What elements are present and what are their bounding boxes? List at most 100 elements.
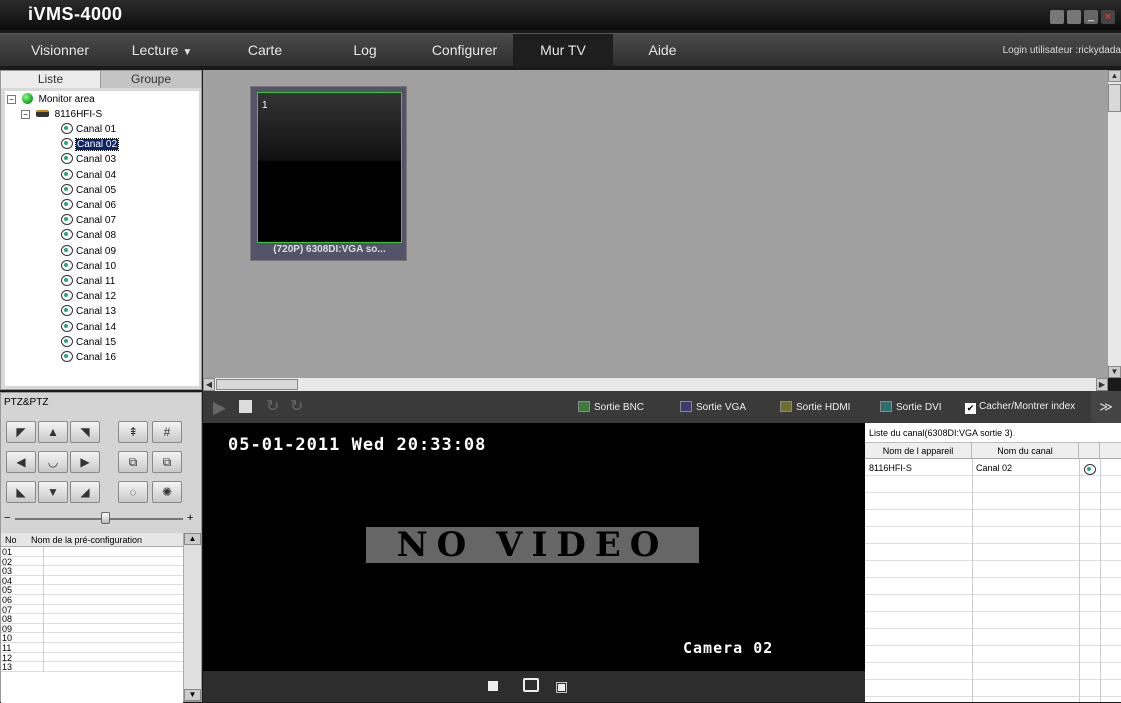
- channel-list-title: Liste du canal(6308DI:VGA sortie 3): [865, 423, 1121, 443]
- tree-channel-item[interactable]: Canal 13: [61, 304, 116, 319]
- preset-row[interactable]: 09: [1, 623, 183, 634]
- preset-table-header: No Nom de la pré-configuration: [1, 533, 183, 547]
- stop-icon[interactable]: [488, 681, 498, 691]
- close-button[interactable]: ×: [1101, 10, 1115, 24]
- lock-icon[interactable]: [1067, 10, 1081, 24]
- scroll-up-icon[interactable]: ▲: [1108, 70, 1121, 82]
- ptz-up-button[interactable]: ▲: [38, 421, 68, 443]
- ptz-left-button[interactable]: ◀: [6, 451, 36, 473]
- preset-row[interactable]: 07: [1, 604, 183, 615]
- snapshot-icon[interactable]: [523, 678, 539, 692]
- table-row[interactable]: 8116HFI-S Canal 02: [865, 460, 1121, 476]
- zoom-in-button[interactable]: ⇞: [118, 421, 148, 443]
- tree-channel-item[interactable]: Canal 01: [61, 122, 116, 137]
- preset-row[interactable]: 10: [1, 633, 183, 644]
- scroll-thumb[interactable]: [1108, 84, 1121, 112]
- tree-channel-item[interactable]: Canal 14: [61, 320, 116, 335]
- stop-icon[interactable]: [239, 400, 252, 413]
- tree-channel-item[interactable]: Canal 03: [61, 152, 116, 167]
- preset-row[interactable]: 12: [1, 652, 183, 663]
- user-icon[interactable]: [1050, 10, 1064, 24]
- preset-row[interactable]: 11: [1, 642, 183, 653]
- camera-icon: [61, 244, 73, 256]
- expand-icon[interactable]: ≫: [1091, 391, 1121, 423]
- preset-row[interactable]: 05: [1, 585, 183, 596]
- tree-channel-item[interactable]: Canal 05: [61, 183, 116, 198]
- preset-row[interactable]: 13: [1, 662, 183, 673]
- tree-channel-item[interactable]: Canal 07: [61, 213, 116, 228]
- tree-channel-item[interactable]: Canal 11: [61, 274, 115, 289]
- ptz-down-left-button[interactable]: ◣: [6, 481, 36, 503]
- tree-channel-item[interactable]: Canal 02: [61, 137, 120, 152]
- preset-row[interactable]: 04: [1, 575, 183, 586]
- monitor-label: (720P) 6308DI:VGA so...: [273, 244, 386, 255]
- play-icon[interactable]: ▶: [213, 398, 226, 418]
- iris-close-button[interactable]: ◌: [118, 481, 148, 503]
- camera-icon: [1084, 464, 1096, 475]
- scroll-down-icon[interactable]: ▼: [184, 689, 201, 701]
- tree-device[interactable]: − 8116HFI-S: [21, 107, 102, 122]
- preset-row[interactable]: 02: [1, 556, 183, 567]
- legend-swatch-icon: [780, 401, 792, 412]
- preset-row[interactable]: 06: [1, 594, 183, 605]
- tree-channel-label: Canal 16: [76, 352, 117, 363]
- scroll-left-icon[interactable]: ◀: [203, 378, 215, 391]
- minimize-button[interactable]: _: [1084, 10, 1098, 24]
- camera-icon: [61, 259, 73, 271]
- tree-channel-label: Canal 12: [76, 291, 117, 303]
- tree-channel-item[interactable]: Canal 09: [61, 244, 116, 259]
- menu-carte[interactable]: Carte: [215, 34, 315, 67]
- menu-configurer[interactable]: Configurer: [412, 34, 517, 67]
- tree-channel-item[interactable]: Canal 12: [61, 289, 116, 304]
- legend-swatch-icon: [680, 401, 692, 412]
- camera-icon: [61, 290, 73, 302]
- ptz-up-left-button[interactable]: ◤: [6, 421, 36, 443]
- tree-channel-item[interactable]: Canal 15: [61, 335, 116, 350]
- scroll-down-icon[interactable]: ▼: [1108, 366, 1121, 378]
- collapse-icon[interactable]: −: [7, 95, 16, 104]
- collapse-icon[interactable]: −: [21, 110, 30, 119]
- tab-groupe[interactable]: Groupe: [101, 71, 201, 88]
- preset-row[interactable]: 08: [1, 614, 183, 625]
- ptz-right-button[interactable]: ▶: [70, 451, 100, 473]
- zoom-out-button[interactable]: ⧉: [118, 451, 148, 473]
- refresh-all-icon[interactable]: ↻: [290, 396, 303, 416]
- menu-visionner[interactable]: Visionner: [10, 34, 110, 67]
- ptz-auto-button[interactable]: ◡: [38, 451, 68, 473]
- tree-channel-item[interactable]: Canal 08: [61, 228, 116, 243]
- menu-lecture[interactable]: Lecture ▼: [112, 34, 212, 67]
- menu-aide[interactable]: Aide: [615, 34, 710, 67]
- menu-mur-tv[interactable]: Mur TV: [513, 34, 613, 67]
- tree-root[interactable]: − Monitor area: [7, 92, 95, 107]
- record-icon[interactable]: ▣: [555, 678, 568, 695]
- iris-open-button[interactable]: ✺: [152, 481, 182, 503]
- toggle-index[interactable]: ✔ Cacher/Montrer index: [965, 401, 1075, 414]
- speed-slider-handle[interactable]: [101, 512, 110, 524]
- tree-channel-item[interactable]: Canal 04: [61, 168, 116, 183]
- preset-row[interactable]: 03: [1, 566, 183, 577]
- tree-channel-label: Canal 01: [76, 124, 117, 135]
- refresh-icon[interactable]: ↻: [266, 396, 279, 416]
- tab-liste[interactable]: Liste: [1, 71, 101, 88]
- ptz-down-button[interactable]: ▼: [38, 481, 68, 503]
- preset-scrollbar[interactable]: ▲ ▼: [183, 533, 201, 701]
- wall-vertical-scrollbar[interactable]: ▲ ▼: [1108, 70, 1121, 378]
- menu-log[interactable]: Log: [315, 34, 415, 67]
- iris-button[interactable]: ⧉: [152, 451, 182, 473]
- preset-row[interactable]: 01: [1, 547, 183, 557]
- wall-horizontal-scrollbar[interactable]: ◀ ▶: [203, 378, 1108, 391]
- tree-channel-item[interactable]: Canal 16: [61, 350, 116, 365]
- tree-channel-item[interactable]: Canal 06: [61, 198, 116, 213]
- scroll-up-icon[interactable]: ▲: [184, 533, 201, 545]
- scroll-right-icon[interactable]: ▶: [1096, 378, 1108, 391]
- video-preview[interactable]: 05-01-2011 Wed 20:33:08 NO VIDEO Camera …: [203, 423, 865, 671]
- speed-slider[interactable]: [15, 518, 183, 520]
- focus-button[interactable]: #: [152, 421, 182, 443]
- monitor-screen[interactable]: 1: [257, 92, 402, 243]
- scroll-thumb[interactable]: [216, 379, 298, 390]
- tree-channel-item[interactable]: Canal 10: [61, 259, 116, 274]
- checkbox-icon[interactable]: ✔: [965, 403, 976, 414]
- ptz-down-right-button[interactable]: ◢: [70, 481, 100, 503]
- ptz-up-right-button[interactable]: ◥: [70, 421, 100, 443]
- wall-monitor[interactable]: 1 (720P) 6308DI:VGA so...: [250, 86, 407, 261]
